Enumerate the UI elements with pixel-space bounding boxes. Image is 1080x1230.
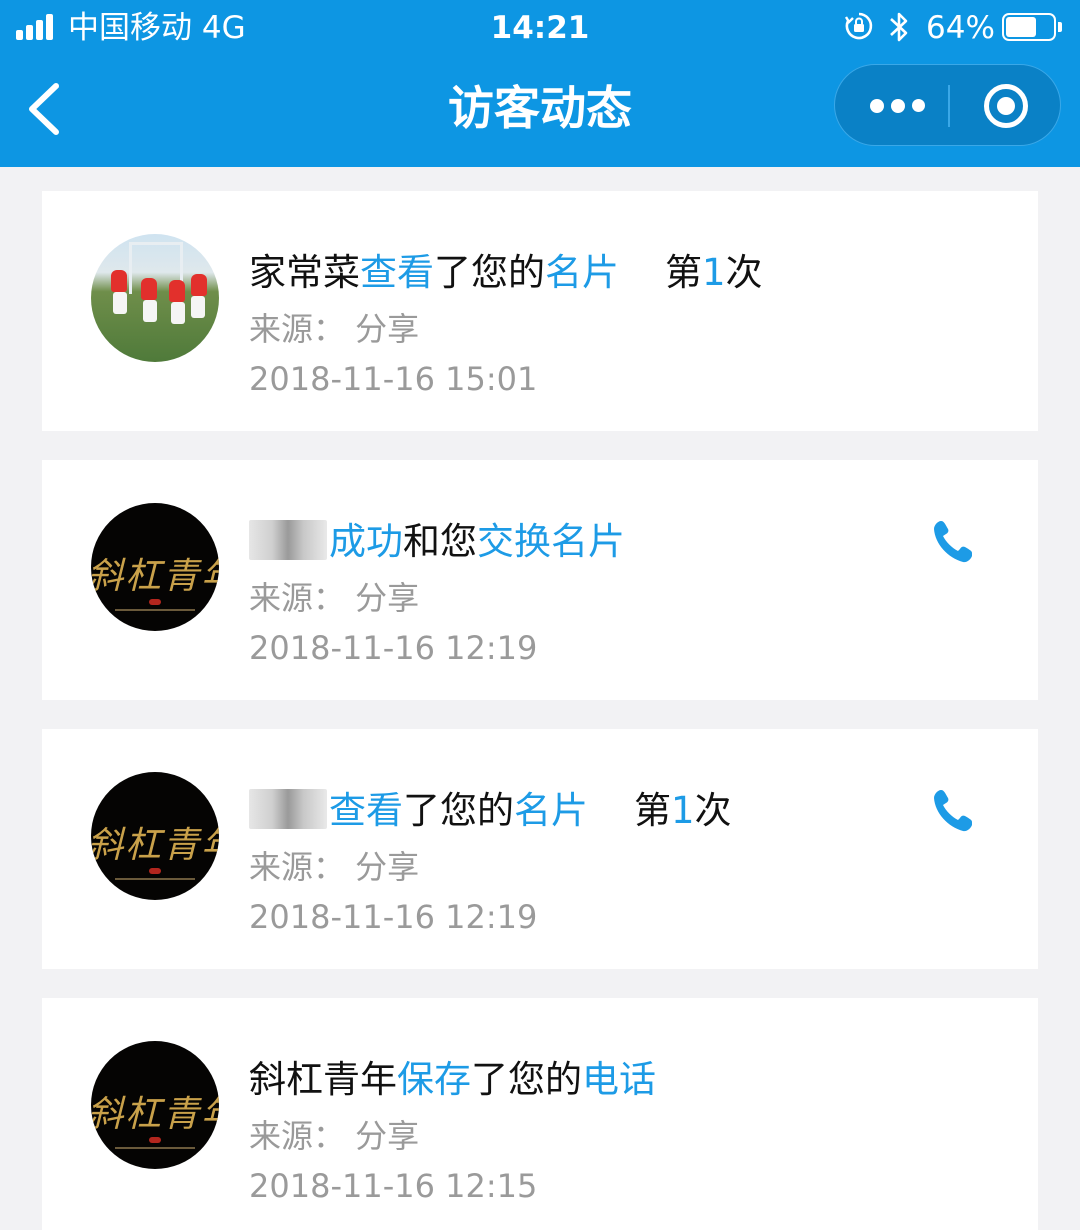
clock: 14:21 (490, 10, 590, 46)
visit-time: 2018-11-16 15:01 (249, 360, 538, 398)
visit-action: 保存 (397, 1058, 471, 1101)
more-options-icon[interactable] (835, 65, 948, 147)
visit-time: 2018-11-16 12:15 (249, 1167, 538, 1205)
visitor-card[interactable]: 斜杠青年 成功和您交换名片 来源： 分享 2018-11-16 12:19 (42, 460, 1038, 700)
visit-source: 来源： 分享 (249, 848, 420, 886)
phone-icon[interactable] (932, 518, 974, 564)
phone-icon[interactable] (932, 787, 974, 833)
visit-source: 来源： 分享 (249, 579, 420, 617)
avatar: 斜杠青年 (91, 503, 219, 631)
visit-summary: 成功和您交换名片 (249, 512, 625, 572)
close-mini-program-icon[interactable] (950, 65, 1062, 147)
visit-count-suffix: 次 (725, 251, 763, 294)
avatar: 斜杠青年 (91, 1041, 219, 1169)
visit-object: 电话 (582, 1058, 656, 1101)
blurred-name (249, 789, 327, 829)
visit-count-suffix: 次 (694, 789, 732, 832)
battery-icon (1002, 13, 1062, 41)
avatar: 斜杠青年 (91, 772, 219, 900)
battery-percent: 64% (926, 10, 995, 46)
visit-time: 2018-11-16 12:19 (249, 898, 538, 936)
visit-text: 了您的 (471, 1058, 582, 1101)
visit-count: 1 (671, 789, 695, 832)
visit-object: 名片 (545, 251, 619, 294)
visitor-card[interactable]: 家常菜查看了您的名片 第1次 来源： 分享 2018-11-16 15:01 (42, 191, 1038, 431)
mini-program-capsule (834, 64, 1061, 146)
visit-object: 名片 (514, 789, 588, 832)
visit-action: 查看 (360, 251, 434, 294)
visit-text: 和您 (403, 520, 477, 563)
visit-summary: 斜杠青年保存了您的电话 (249, 1050, 656, 1110)
visitor-name[interactable]: 斜杠青年 (249, 1058, 397, 1101)
visit-object: 交换名片 (477, 520, 625, 563)
top-bar: 中国移动 4G 14:21 64% 访客动态 (0, 0, 1080, 167)
visit-text: 了您的 (434, 251, 545, 294)
visitor-card[interactable]: 斜杠青年 斜杠青年保存了您的电话 来源： 分享 2018-11-16 12:15 (42, 998, 1038, 1230)
visit-summary: 查看了您的名片 第1次 (249, 781, 732, 841)
visit-source: 来源： 分享 (249, 1117, 420, 1155)
orientation-lock-icon (844, 12, 873, 40)
visit-count-prefix: 第 (665, 251, 702, 294)
blurred-name (249, 520, 327, 560)
visit-time: 2018-11-16 12:19 (249, 629, 538, 667)
visit-action: 查看 (329, 789, 403, 832)
visitor-name[interactable]: 家常菜 (249, 251, 360, 294)
bluetooth-icon (890, 12, 908, 42)
visit-action: 成功 (329, 520, 403, 563)
visit-count-prefix: 第 (634, 789, 671, 832)
visit-text: 了您的 (403, 789, 514, 832)
visit-summary: 家常菜查看了您的名片 第1次 (249, 243, 763, 303)
visit-source: 来源： 分享 (249, 310, 420, 348)
visit-count: 1 (702, 251, 726, 294)
status-bar: 中国移动 4G 14:21 64% (0, 0, 1080, 56)
avatar (91, 234, 219, 362)
visitor-card[interactable]: 斜杠青年 查看了您的名片 第1次 来源： 分享 2018-11-16 12:19 (42, 729, 1038, 969)
